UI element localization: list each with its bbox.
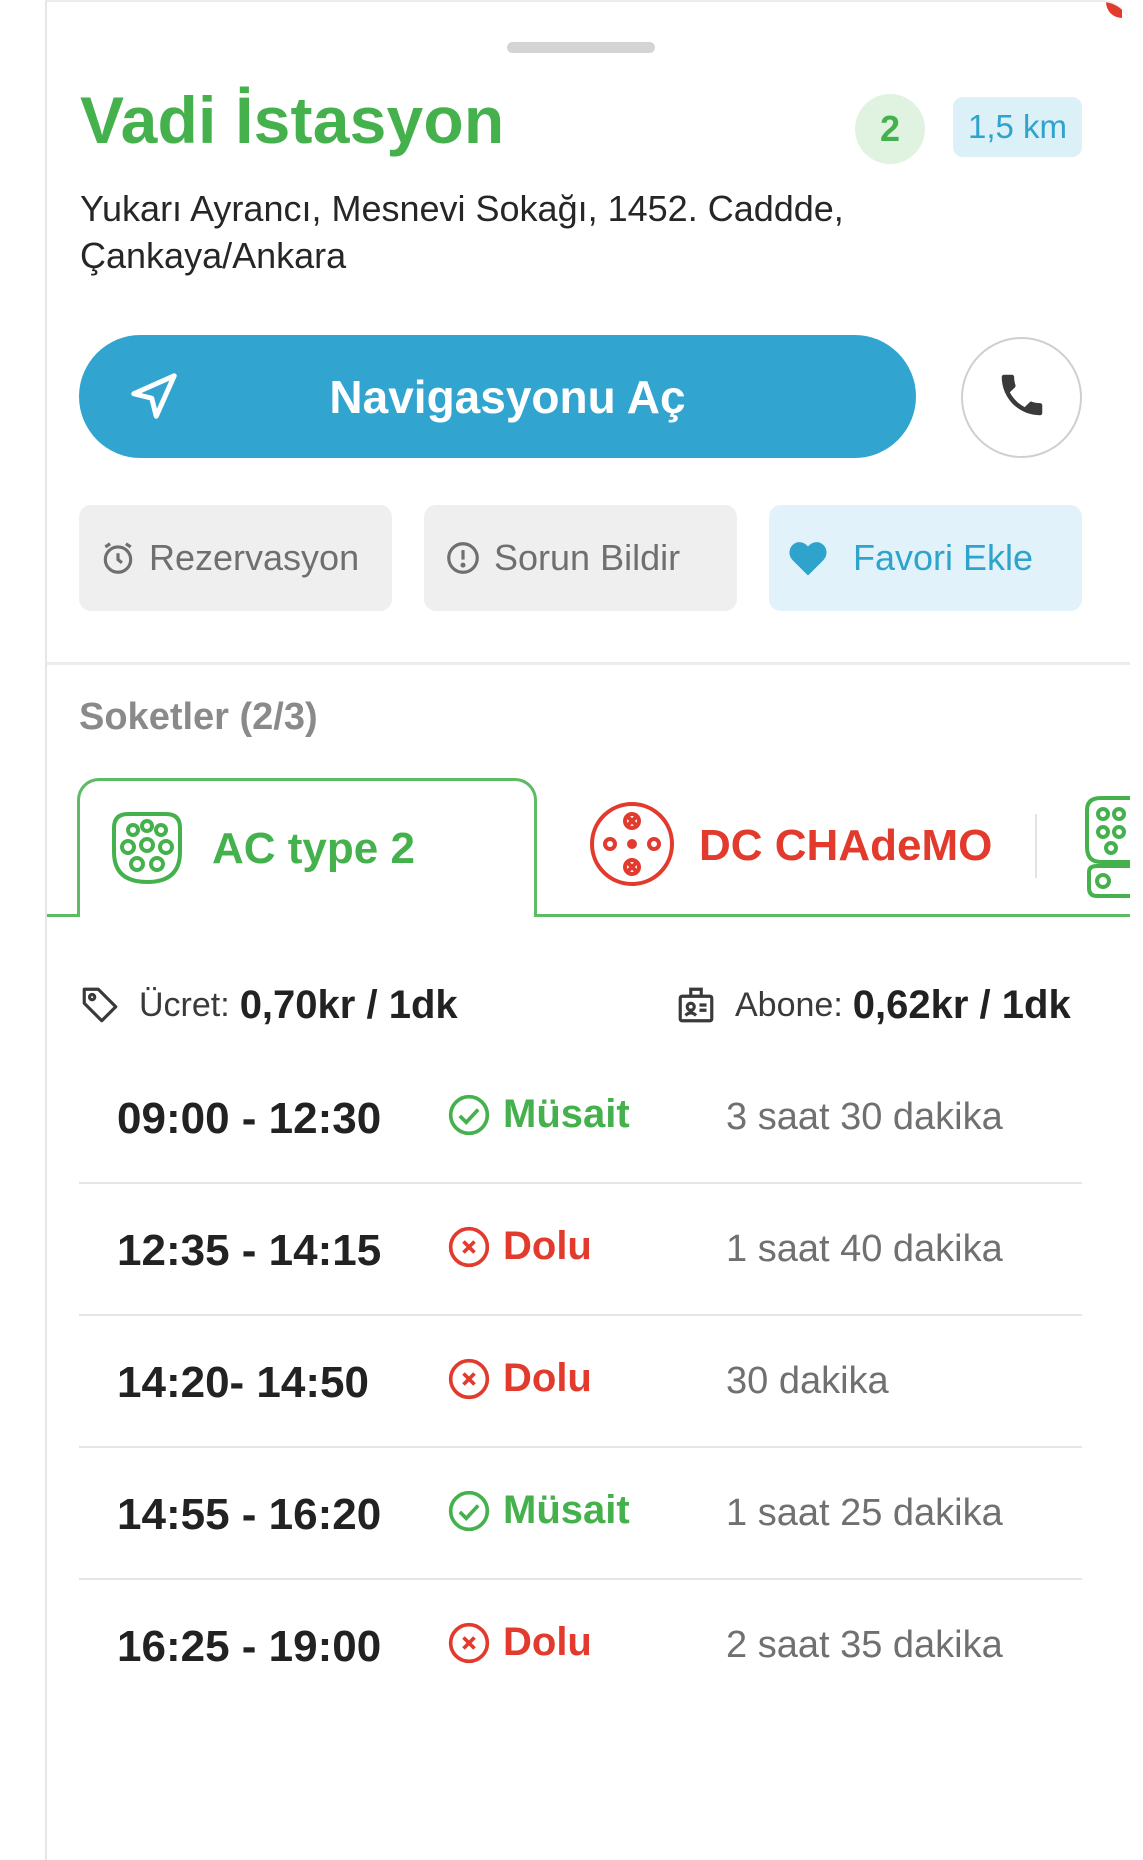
id-badge-icon <box>675 984 717 1026</box>
station-address: Yukarı Ayrancı, Mesnevi Sokağı, 1452. Ca… <box>80 188 844 276</box>
slot-status-label: Müsait <box>503 1488 630 1532</box>
slot-status: Müsait <box>447 1092 630 1137</box>
slot-time: 16:25 - 19:00 <box>117 1622 382 1671</box>
socket-tabs: AC type 2 DC CHAdeMO <box>47 774 1130 922</box>
station-title: Vadi İstasyon <box>80 83 505 157</box>
price-label: Ücret: <box>139 985 230 1024</box>
tab-dc-chademo[interactable]: DC CHAdeMO <box>585 796 992 896</box>
time-slot-row[interactable]: 12:35 - 14:15 Dolu 1 saat 40 dakika <box>79 1184 1082 1316</box>
open-navigation-label: Navigasyonu Aç <box>329 370 686 423</box>
call-button[interactable] <box>961 337 1082 458</box>
subscriber-label: Abone: <box>735 985 843 1024</box>
corner-accent <box>1106 2 1122 18</box>
slot-status-label: Dolu <box>503 1356 592 1400</box>
ac-type2-plug-icon <box>102 802 192 897</box>
slot-status: Dolu <box>447 1620 592 1665</box>
heart-icon <box>787 538 829 578</box>
price-tag-icon <box>79 984 121 1026</box>
reservation-button[interactable]: Rezervasyon <box>79 505 392 611</box>
tab-ccs[interactable] <box>1079 792 1130 907</box>
drag-handle[interactable] <box>507 42 655 53</box>
x-circle-icon <box>447 1357 491 1401</box>
slot-status: Dolu <box>447 1224 592 1269</box>
x-circle-icon <box>447 1225 491 1269</box>
report-issue-label: Sorun Bildir <box>494 537 681 578</box>
subscriber-price-info: Abone: 0,62kr / 1dk <box>675 977 1071 1033</box>
slot-status-label: Dolu <box>503 1620 592 1664</box>
add-favorite-label: Favori Ekle <box>853 537 1034 578</box>
time-slot-list: 09:00 - 12:30 Müsait 3 saat 30 dakika 12… <box>79 1052 1082 1712</box>
slot-time: 14:55 - 16:20 <box>117 1490 382 1539</box>
alert-circle-icon <box>444 539 482 577</box>
check-circle-icon <box>447 1489 491 1533</box>
tab-ac-type2-label: AC type 2 <box>212 824 415 873</box>
add-favorite-button[interactable]: Favori Ekle <box>769 505 1082 611</box>
tab-baseline-left <box>47 914 77 917</box>
alarm-clock-icon <box>99 539 137 577</box>
time-slot-row[interactable]: 14:55 - 16:20 Müsait 1 saat 25 dakika <box>79 1448 1082 1580</box>
tab-separator <box>1035 814 1037 878</box>
slot-time: 14:20- 14:50 <box>117 1358 369 1407</box>
station-detail-sheet: Vadi İstasyon 2 1,5 km Yukarı Ayrancı, M… <box>45 0 1130 1860</box>
phone-icon <box>995 368 1049 427</box>
available-count-badge: 2 <box>855 94 925 164</box>
x-circle-icon <box>447 1621 491 1665</box>
slot-duration: 3 saat 30 dakika <box>726 1096 1003 1138</box>
sockets-section-label: Soketler (2/3) <box>79 696 318 738</box>
section-divider <box>47 662 1130 665</box>
time-slot-row[interactable]: 09:00 - 12:30 Müsait 3 saat 30 dakika <box>79 1052 1082 1184</box>
slot-duration: 1 saat 40 dakika <box>726 1228 1003 1270</box>
report-issue-button[interactable]: Sorun Bildir <box>424 505 737 611</box>
chademo-plug-icon <box>585 797 679 896</box>
reservation-label: Rezervasyon <box>149 537 360 578</box>
price-info: Ücret: 0,70kr / 1dk <box>79 977 458 1033</box>
slot-duration: 30 dakika <box>726 1360 889 1402</box>
time-slot-row[interactable]: 14:20- 14:50 Dolu 30 dakika <box>79 1316 1082 1448</box>
subscriber-value: 0,62kr / 1dk <box>852 982 1071 1027</box>
slot-duration: 2 saat 35 dakika <box>726 1624 1003 1666</box>
ccs-plug-icon <box>1079 796 1130 906</box>
distance-badge: 1,5 km <box>953 97 1082 157</box>
slot-status-label: Dolu <box>503 1224 592 1268</box>
tab-dc-chademo-label: DC CHAdeMO <box>699 821 993 870</box>
tab-ac-type2[interactable]: AC type 2 <box>77 778 537 917</box>
slot-duration: 1 saat 25 dakika <box>726 1492 1003 1534</box>
slot-time: 09:00 - 12:30 <box>117 1094 382 1143</box>
time-slot-row[interactable]: 16:25 - 19:00 Dolu 2 saat 35 dakika <box>79 1580 1082 1712</box>
slot-time: 12:35 - 14:15 <box>117 1226 382 1275</box>
tab-baseline <box>537 914 1130 917</box>
check-circle-icon <box>447 1093 491 1137</box>
slot-status-label: Müsait <box>503 1092 630 1136</box>
open-navigation-button[interactable]: Navigasyonu Aç <box>79 335 916 458</box>
price-value: 0,70kr / 1dk <box>239 982 458 1027</box>
slot-status: Dolu <box>447 1356 592 1401</box>
slot-status: Müsait <box>447 1488 630 1533</box>
